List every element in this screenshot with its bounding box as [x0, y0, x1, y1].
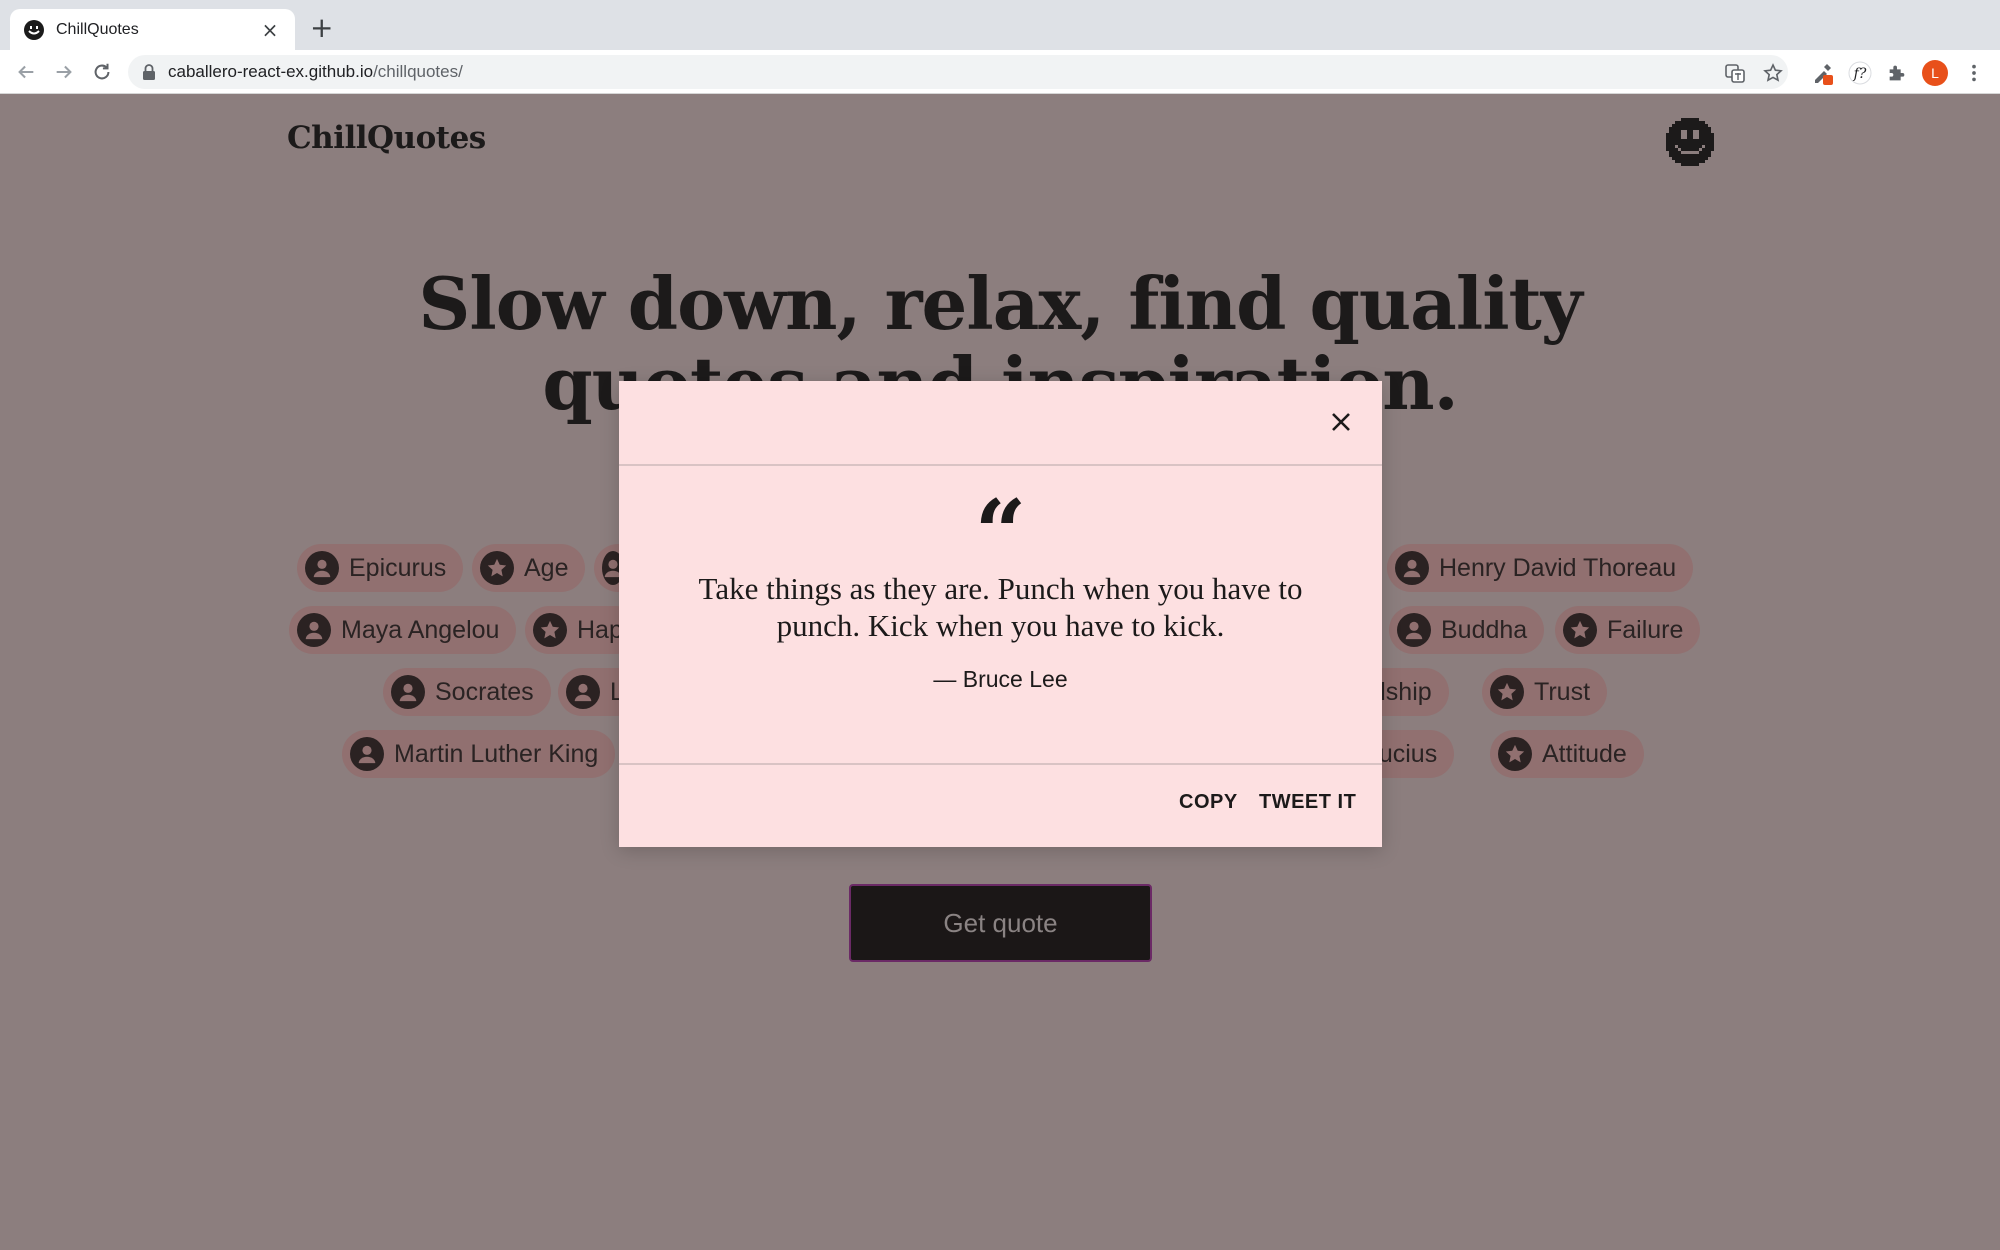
copy-button[interactable]: COPY [1179, 791, 1238, 814]
browser-toolbar: caballero-react-ex.github.io/chillquotes… [0, 50, 2000, 94]
star-icon [480, 551, 514, 585]
browser-menu-icon[interactable] [1962, 61, 1986, 85]
chip-label: Hap [577, 615, 623, 644]
tab-close-icon[interactable]: × [259, 18, 281, 42]
chip-label: Attitude [1542, 739, 1627, 768]
get-quote-button[interactable]: Get quote [849, 884, 1152, 962]
person-icon [1397, 613, 1431, 647]
tab-title: ChillQuotes [56, 20, 139, 38]
star-icon [1490, 675, 1524, 709]
chip-socrates[interactable]: Socrates [383, 668, 551, 716]
reload-icon[interactable] [88, 58, 116, 86]
chip-henry-david-thoreau[interactable]: Henry David Thoreau [1387, 544, 1694, 592]
url-host: caballero-react-ex.github.io [168, 62, 374, 81]
url-text: caballero-react-ex.github.io/chillquotes… [168, 62, 463, 82]
chip-label: Age [524, 553, 569, 582]
lock-icon [143, 64, 155, 80]
person-icon [566, 675, 600, 709]
smiley-favicon-icon [24, 19, 44, 40]
new-tab-button[interactable]: + [310, 14, 333, 42]
person-icon [297, 613, 331, 647]
person-icon [305, 551, 339, 585]
chip-label: Epicurus [349, 553, 447, 582]
chip-label: Buddha [1441, 615, 1528, 644]
back-arrow-icon[interactable] [12, 58, 40, 86]
close-icon[interactable] [1328, 409, 1354, 435]
chip-label: Henry David Thoreau [1439, 553, 1677, 582]
eyedropper-extension-icon[interactable] [1810, 61, 1834, 85]
quote-text: Take things as they are. Punch when you … [698, 571, 1303, 643]
tweet-button[interactable]: TWEET IT [1259, 791, 1356, 814]
star-icon [533, 613, 567, 647]
profile-avatar[interactable]: L [1922, 60, 1948, 86]
star-icon [1498, 737, 1532, 771]
chip-epicurus[interactable]: Epicurus [297, 544, 464, 592]
browser-tab-bar: ChillQuotes × + [0, 0, 2000, 50]
quote-mark-icon: “ [974, 480, 1027, 586]
star-icon [1563, 613, 1597, 647]
svg-text:f?: f? [1853, 66, 1867, 82]
person-icon [1395, 551, 1429, 585]
translate-icon[interactable] [1725, 63, 1745, 83]
font-extension-icon[interactable]: f? [1848, 61, 1872, 85]
modal-header [619, 381, 1382, 466]
extensions-puzzle-icon[interactable] [1885, 61, 1909, 85]
chip-label: Failure [1607, 615, 1684, 644]
chip-failure[interactable]: Failure [1555, 606, 1701, 654]
quote-modal: “ Take things as they are. Punch when yo… [619, 381, 1382, 847]
forward-arrow-icon[interactable] [50, 58, 78, 86]
address-bar[interactable]: caballero-react-ex.github.io/chillquotes… [128, 55, 1788, 89]
chip-label: Trust [1534, 677, 1591, 706]
chip-trust[interactable]: Trust [1482, 668, 1608, 716]
modal-body: “ Take things as they are. Punch when yo… [619, 466, 1382, 765]
url-path: /chillquotes/ [373, 62, 463, 81]
chip-attitude[interactable]: Attitude [1490, 730, 1644, 778]
chip-martin-luther-king[interactable]: Martin Luther King [342, 730, 616, 778]
chip-label: Socrates [435, 677, 534, 706]
modal-footer: COPY TWEET IT [619, 765, 1382, 845]
chip-age[interactable]: Age [472, 544, 586, 592]
chip-label: Maya Angelou [341, 615, 500, 644]
quote-author: — Bruce Lee [933, 666, 1068, 692]
chip-maya-angelou[interactable]: Maya Angelou [289, 606, 517, 654]
browser-tab[interactable]: ChillQuotes × [10, 9, 295, 50]
chip-label: Martin Luther King [394, 739, 599, 768]
site-brand[interactable]: ChillQuotes [287, 120, 486, 156]
smiley-logo-icon [1666, 118, 1714, 166]
chip-buddha[interactable]: Buddha [1389, 606, 1545, 654]
bookmark-star-icon[interactable] [1763, 63, 1783, 83]
person-icon [391, 675, 425, 709]
person-icon [350, 737, 384, 771]
